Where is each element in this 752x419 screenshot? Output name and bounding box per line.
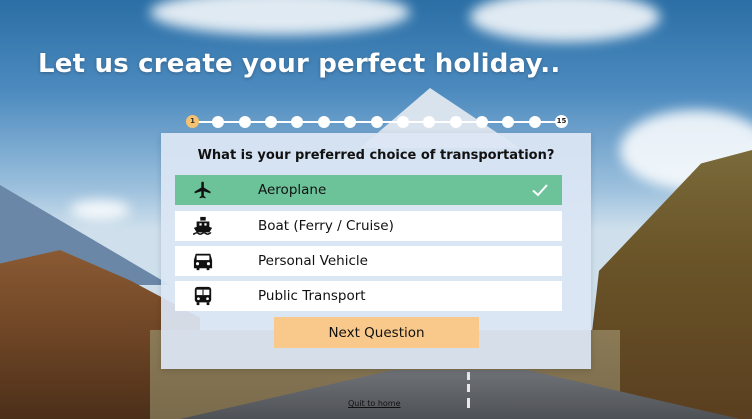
option-label: Personal Vehicle (258, 253, 368, 269)
progress-step (344, 116, 356, 128)
progress-step (239, 116, 251, 128)
progress-step (423, 116, 435, 128)
progress-step (291, 116, 303, 128)
page-title: Let us create your perfect holiday.. (38, 49, 561, 79)
road-marking (467, 398, 470, 408)
road-marking (467, 384, 470, 392)
option-personal-vehicle[interactable]: Personal Vehicle (175, 246, 562, 276)
progress-step (371, 116, 383, 128)
airplane-icon (192, 180, 214, 200)
ship-icon (192, 216, 214, 236)
option-aeroplane[interactable]: Aeroplane (175, 175, 562, 205)
progress-step (265, 116, 277, 128)
quit-to-home-link[interactable]: Quit to home (348, 399, 401, 408)
option-label: Aeroplane (258, 182, 327, 198)
option-public-transport[interactable]: Public Transport (175, 281, 562, 311)
progress-step (476, 116, 488, 128)
progress-step (529, 116, 541, 128)
cloud (470, 0, 660, 42)
question-card: What is your preferred choice of transpo… (161, 133, 591, 369)
progress-step (212, 116, 224, 128)
option-label: Boat (Ferry / Cruise) (258, 218, 394, 234)
question-text: What is your preferred choice of transpo… (197, 148, 555, 163)
progress-step (450, 116, 462, 128)
progress-step (318, 116, 330, 128)
progress-stepper: 1 15 (186, 114, 568, 130)
car-icon (192, 251, 214, 271)
cloud (150, 0, 410, 35)
option-boat[interactable]: Boat (Ferry / Cruise) (175, 211, 562, 241)
bus-icon (192, 286, 214, 306)
option-label: Public Transport (258, 288, 366, 304)
progress-step-current: 1 (186, 115, 199, 128)
progress-step-last: 15 (555, 115, 568, 128)
progress-step (502, 116, 514, 128)
next-question-button[interactable]: Next Question (274, 317, 479, 348)
checkmark-icon (531, 181, 549, 199)
road-marking (467, 372, 470, 380)
progress-step (397, 116, 409, 128)
